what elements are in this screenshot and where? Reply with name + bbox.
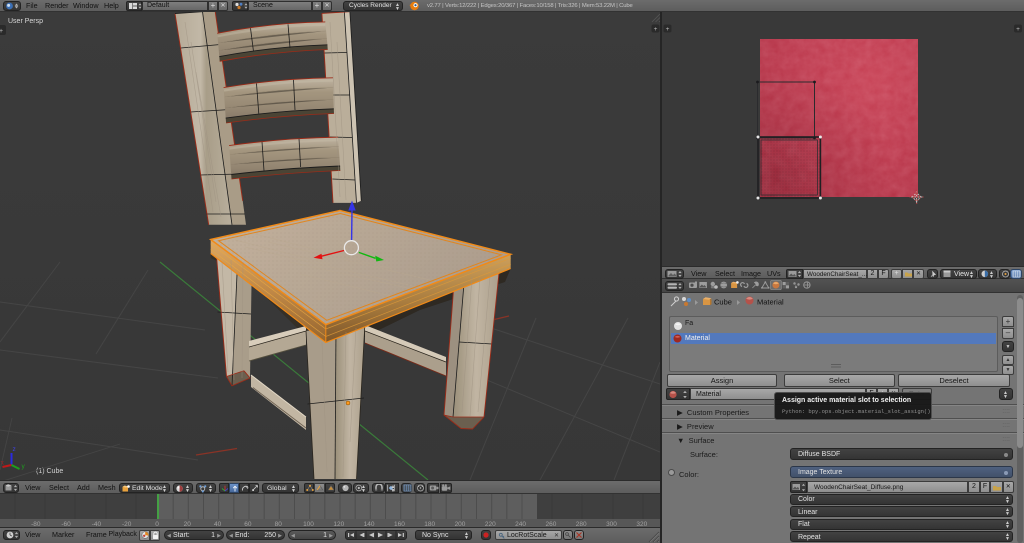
- svg-text:220: 220: [485, 521, 496, 528]
- svg-text:+: +: [654, 26, 658, 33]
- svg-text:240: 240: [515, 521, 526, 528]
- svg-text:140: 140: [364, 521, 375, 528]
- svg-text:280: 280: [576, 521, 587, 528]
- svg-text:40: 40: [214, 521, 222, 528]
- svg-text:120: 120: [333, 521, 344, 528]
- svg-text:-20: -20: [122, 521, 132, 528]
- svg-text:300: 300: [606, 521, 617, 528]
- svg-text:200: 200: [455, 521, 466, 528]
- svg-text:+: +: [0, 28, 3, 35]
- svg-text:260: 260: [545, 521, 556, 528]
- svg-text:Cube: Cube: [714, 298, 732, 307]
- svg-text:-40: -40: [92, 521, 102, 528]
- svg-text:0: 0: [155, 521, 159, 528]
- svg-text:320: 320: [636, 521, 647, 528]
- svg-text:+: +: [1016, 26, 1020, 33]
- svg-text:20: 20: [184, 521, 192, 528]
- svg-text:160: 160: [394, 521, 405, 528]
- svg-text:+: +: [666, 26, 670, 33]
- svg-text:-60: -60: [61, 521, 71, 528]
- svg-text:60: 60: [244, 521, 252, 528]
- svg-text:80: 80: [275, 521, 283, 528]
- svg-text:-80: -80: [31, 521, 41, 528]
- svg-text:User Persp: User Persp: [8, 18, 43, 25]
- svg-text:180: 180: [424, 521, 435, 528]
- svg-text:z: z: [13, 446, 16, 453]
- svg-text:100: 100: [303, 521, 314, 528]
- svg-text:Material: Material: [757, 298, 784, 307]
